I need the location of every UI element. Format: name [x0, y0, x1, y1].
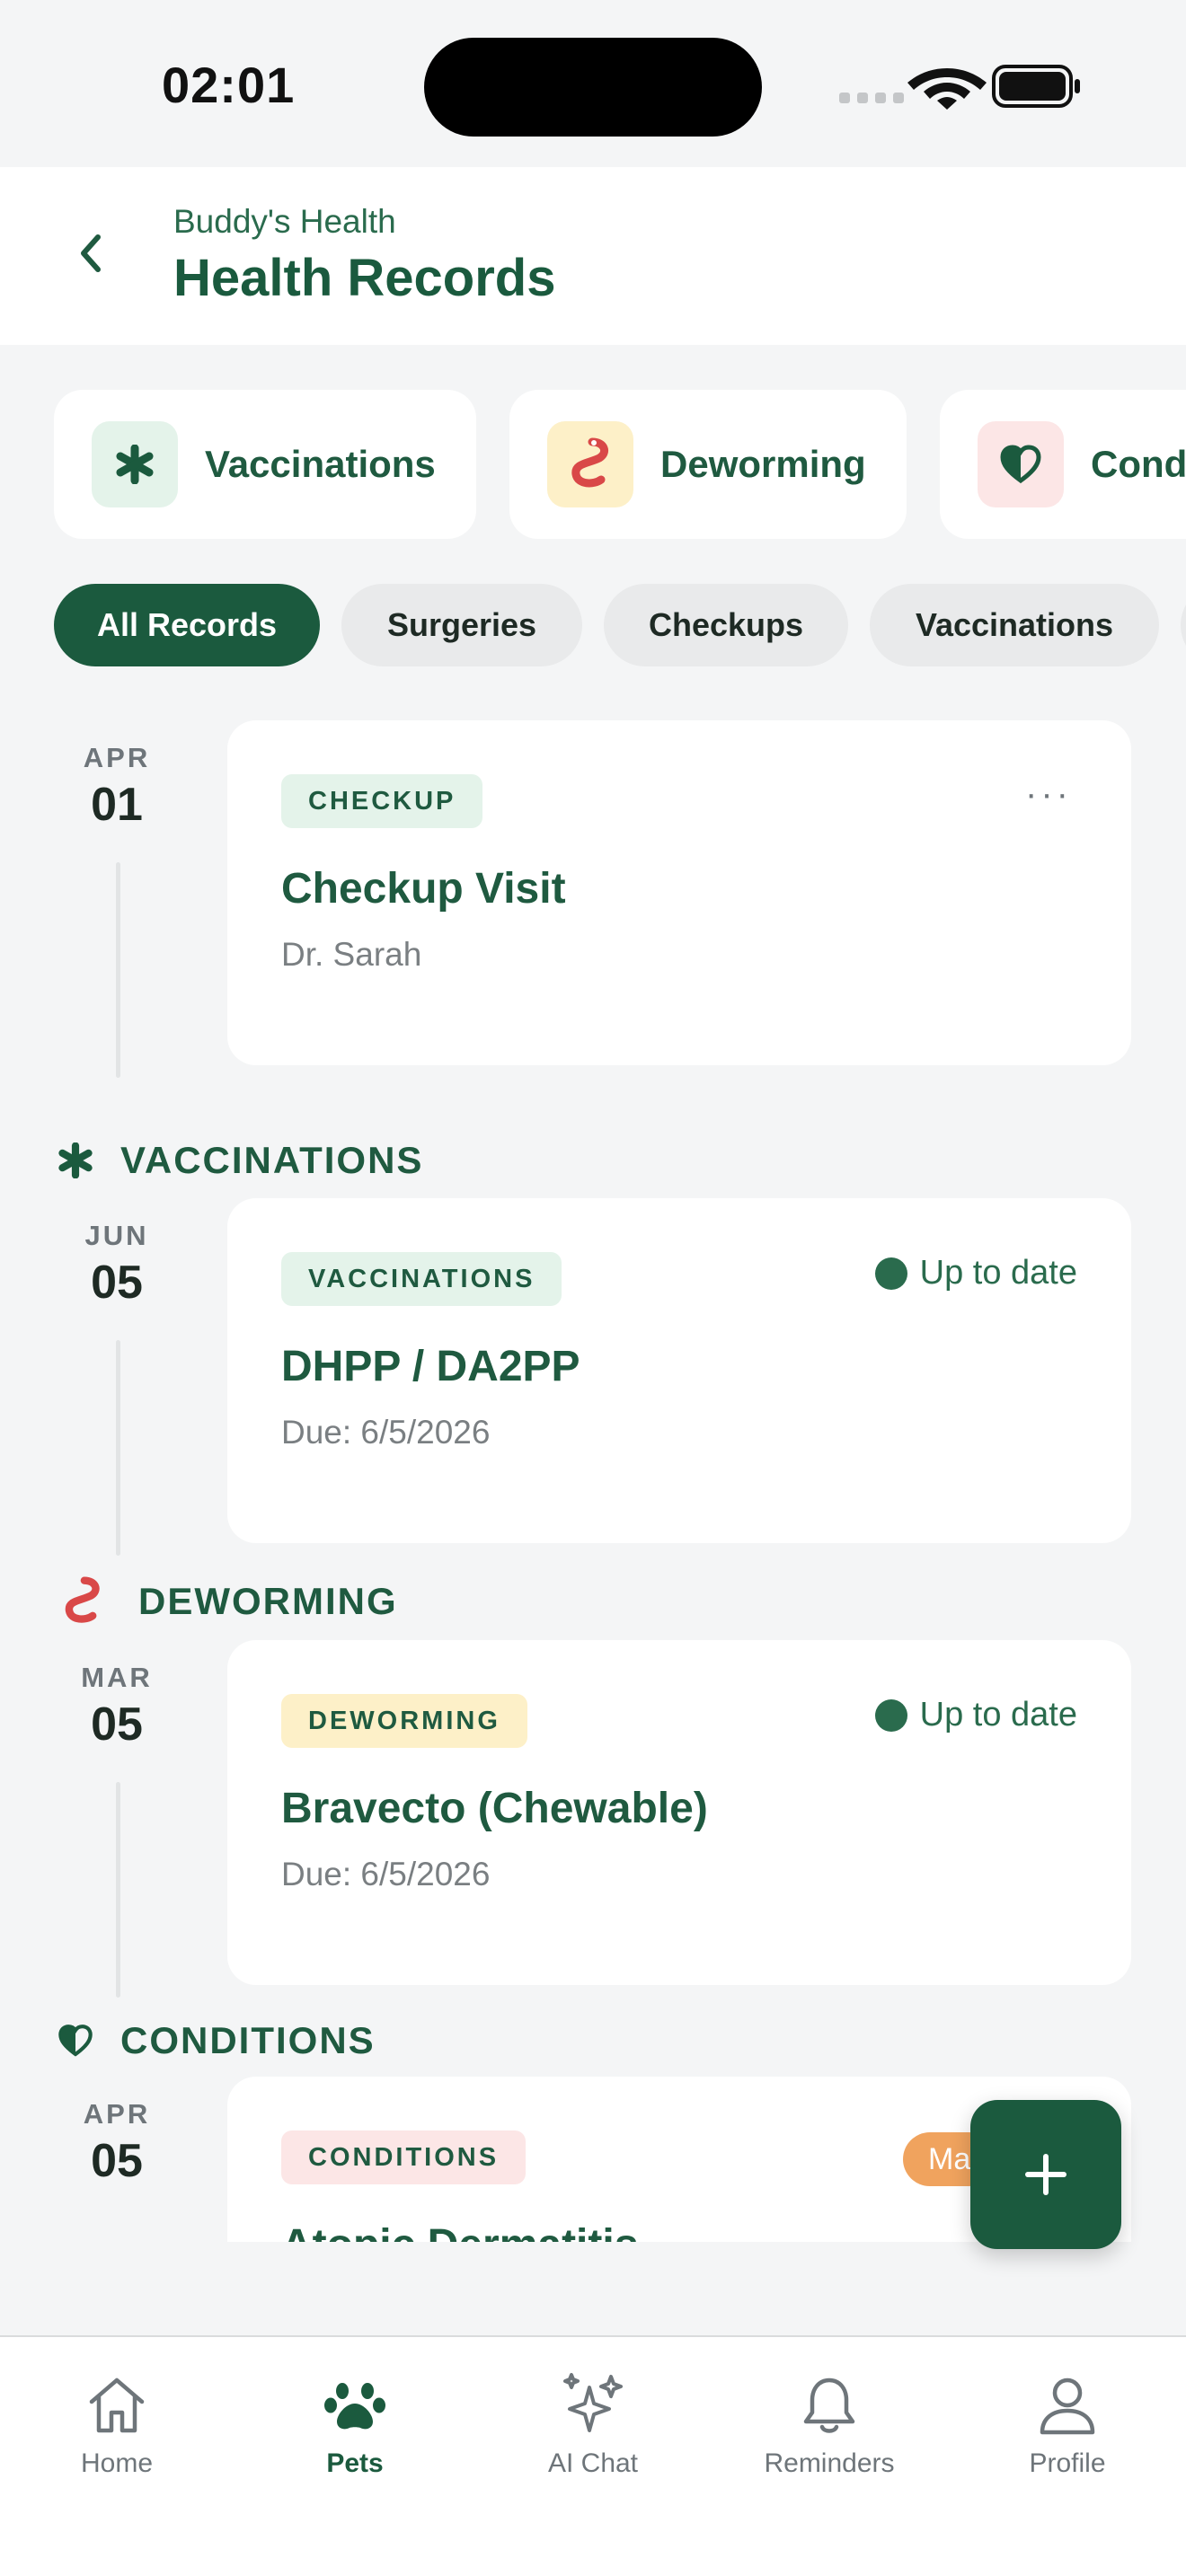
- record-type-badge: CHECKUP: [281, 774, 483, 828]
- record-type-badge: CONDITIONS: [281, 2130, 527, 2184]
- tab-reminders[interactable]: Reminders: [739, 2369, 919, 2479]
- tab-label: Reminders: [764, 2448, 895, 2478]
- filter-chips: All Records Surgeries Checkups Vaccinati…: [0, 584, 1186, 666]
- section-label: CONDITIONS: [120, 2019, 376, 2061]
- person-icon: [1035, 2369, 1100, 2441]
- sparkles-icon: [559, 2369, 627, 2441]
- back-button[interactable]: [63, 226, 117, 280]
- cellular-icon: [839, 93, 904, 103]
- date-day: 05: [91, 2135, 143, 2187]
- record-card-deworming[interactable]: DEWORMING Up to date Bravecto (Chewable)…: [227, 1640, 1131, 1985]
- record-date: APR 01: [54, 742, 180, 832]
- category-card-vaccinations[interactable]: Vaccinations: [54, 390, 476, 539]
- status-text: Up to date: [919, 1696, 1077, 1734]
- tab-label: Home: [80, 2448, 154, 2478]
- tab-ai-chat[interactable]: AI Chat: [503, 2369, 683, 2479]
- page-header: Buddy's Health Health Records: [0, 167, 1186, 345]
- dynamic-island: [424, 38, 762, 137]
- timeline-line: [116, 1782, 120, 1998]
- category-label: Vaccinations: [205, 443, 436, 485]
- date-day: 05: [91, 1698, 143, 1751]
- record-card-checkup[interactable]: CHECKUP ··· Checkup Visit Dr. Sarah: [227, 720, 1131, 1065]
- record-date: JUN 05: [54, 1220, 180, 1310]
- date-month: APR: [83, 742, 151, 773]
- worm-icon: [65, 1576, 100, 1623]
- asterisk-icon: [92, 421, 178, 507]
- heart-shield-icon: [978, 421, 1064, 507]
- category-card-conditions[interactable]: Conditions: [940, 390, 1186, 539]
- record-type-badge: DEWORMING: [281, 1694, 527, 1748]
- date-month: JUN: [84, 1220, 149, 1251]
- filter-chip-overflow[interactable]: [1181, 584, 1186, 666]
- category-card-deworming[interactable]: Deworming: [509, 390, 907, 539]
- page-title: Health Records: [173, 249, 556, 307]
- tab-profile[interactable]: Profile: [978, 2369, 1157, 2479]
- date-day: 05: [91, 1257, 143, 1309]
- worm-icon: [547, 421, 633, 507]
- status-dot: [874, 1698, 907, 1732]
- timeline-line: [116, 862, 120, 1078]
- filter-chip-vaccinations[interactable]: Vaccinations: [870, 584, 1159, 666]
- timeline-line: [116, 1340, 120, 1556]
- record-title: DHPP / DA2PP: [281, 1343, 580, 1390]
- record-subtitle: Due: 6/5/2026: [281, 1414, 491, 1451]
- date-month: MAR: [81, 1662, 153, 1693]
- status-text: Up to date: [919, 1254, 1077, 1292]
- header-subtitle: Buddy's Health: [173, 203, 396, 240]
- section-header-conditions: CONDITIONS: [58, 2019, 376, 2062]
- record-date: APR 05: [54, 2098, 180, 2188]
- filter-chip-all-records[interactable]: All Records: [54, 584, 320, 666]
- tab-label: Profile: [1029, 2448, 1106, 2478]
- status-icons: [839, 65, 1080, 110]
- status-bar: 02:01: [0, 0, 1186, 167]
- record-title: Bravecto (Chewable): [281, 1785, 708, 1832]
- record-subtitle: Due: 6/5/2026: [281, 1856, 491, 1892]
- date-day: 01: [91, 779, 143, 831]
- bell-icon: [797, 2369, 862, 2441]
- category-label: Conditions: [1091, 443, 1186, 485]
- records-list: APR 01 CHECKUP ··· Checkup Visit Dr. Sar…: [0, 710, 1186, 2242]
- record-card-vaccination[interactable]: VACCINATIONS Up to date DHPP / DA2PP Due…: [227, 1198, 1131, 1543]
- category-cards: Vaccinations Deworming Conditions: [0, 390, 1186, 539]
- home-icon: [84, 2369, 149, 2441]
- status-time: 02:01: [162, 57, 296, 113]
- status-indicator: Up to date: [874, 1254, 1077, 1292]
- section-label: VACCINATIONS: [120, 1139, 424, 1181]
- filter-chip-surgeries[interactable]: Surgeries: [341, 584, 582, 666]
- category-label: Deworming: [660, 443, 866, 485]
- chevron-left-icon: [81, 234, 101, 272]
- more-options-icon[interactable]: ···: [1025, 774, 1072, 815]
- status-dot: [874, 1257, 907, 1290]
- tab-label: Pets: [326, 2448, 384, 2478]
- section-header-deworming: DEWORMING: [58, 1574, 398, 1629]
- heart-shield-icon: [58, 2025, 93, 2057]
- status-indicator: Up to date: [874, 1696, 1077, 1734]
- add-record-button[interactable]: [970, 2100, 1121, 2249]
- section-label: DEWORMING: [138, 1580, 398, 1622]
- tab-home[interactable]: Home: [27, 2369, 207, 2479]
- record-title: Checkup Visit: [281, 865, 566, 913]
- record-subtitle: Dr. Sarah: [281, 936, 422, 973]
- asterisk-icon: [58, 1142, 93, 1178]
- tab-bar: Home Pets AI Chat Reminders Profile: [0, 2335, 1186, 2576]
- section-header-vaccinations: VACCINATIONS: [58, 1139, 423, 1182]
- plus-icon: [1025, 2154, 1067, 2195]
- record-type-badge: VACCINATIONS: [281, 1252, 562, 1306]
- date-month: APR: [83, 2098, 151, 2130]
- paw-icon: [323, 2369, 387, 2441]
- wifi-icon: [907, 68, 987, 110]
- record-title: Atopic Dermatitis: [281, 2220, 638, 2242]
- battery-icon: [992, 65, 1080, 108]
- tab-label: AI Chat: [547, 2448, 639, 2478]
- record-date: MAR 05: [54, 1662, 180, 1751]
- filter-chip-checkups[interactable]: Checkups: [604, 584, 848, 666]
- tab-pets[interactable]: Pets: [265, 2369, 445, 2479]
